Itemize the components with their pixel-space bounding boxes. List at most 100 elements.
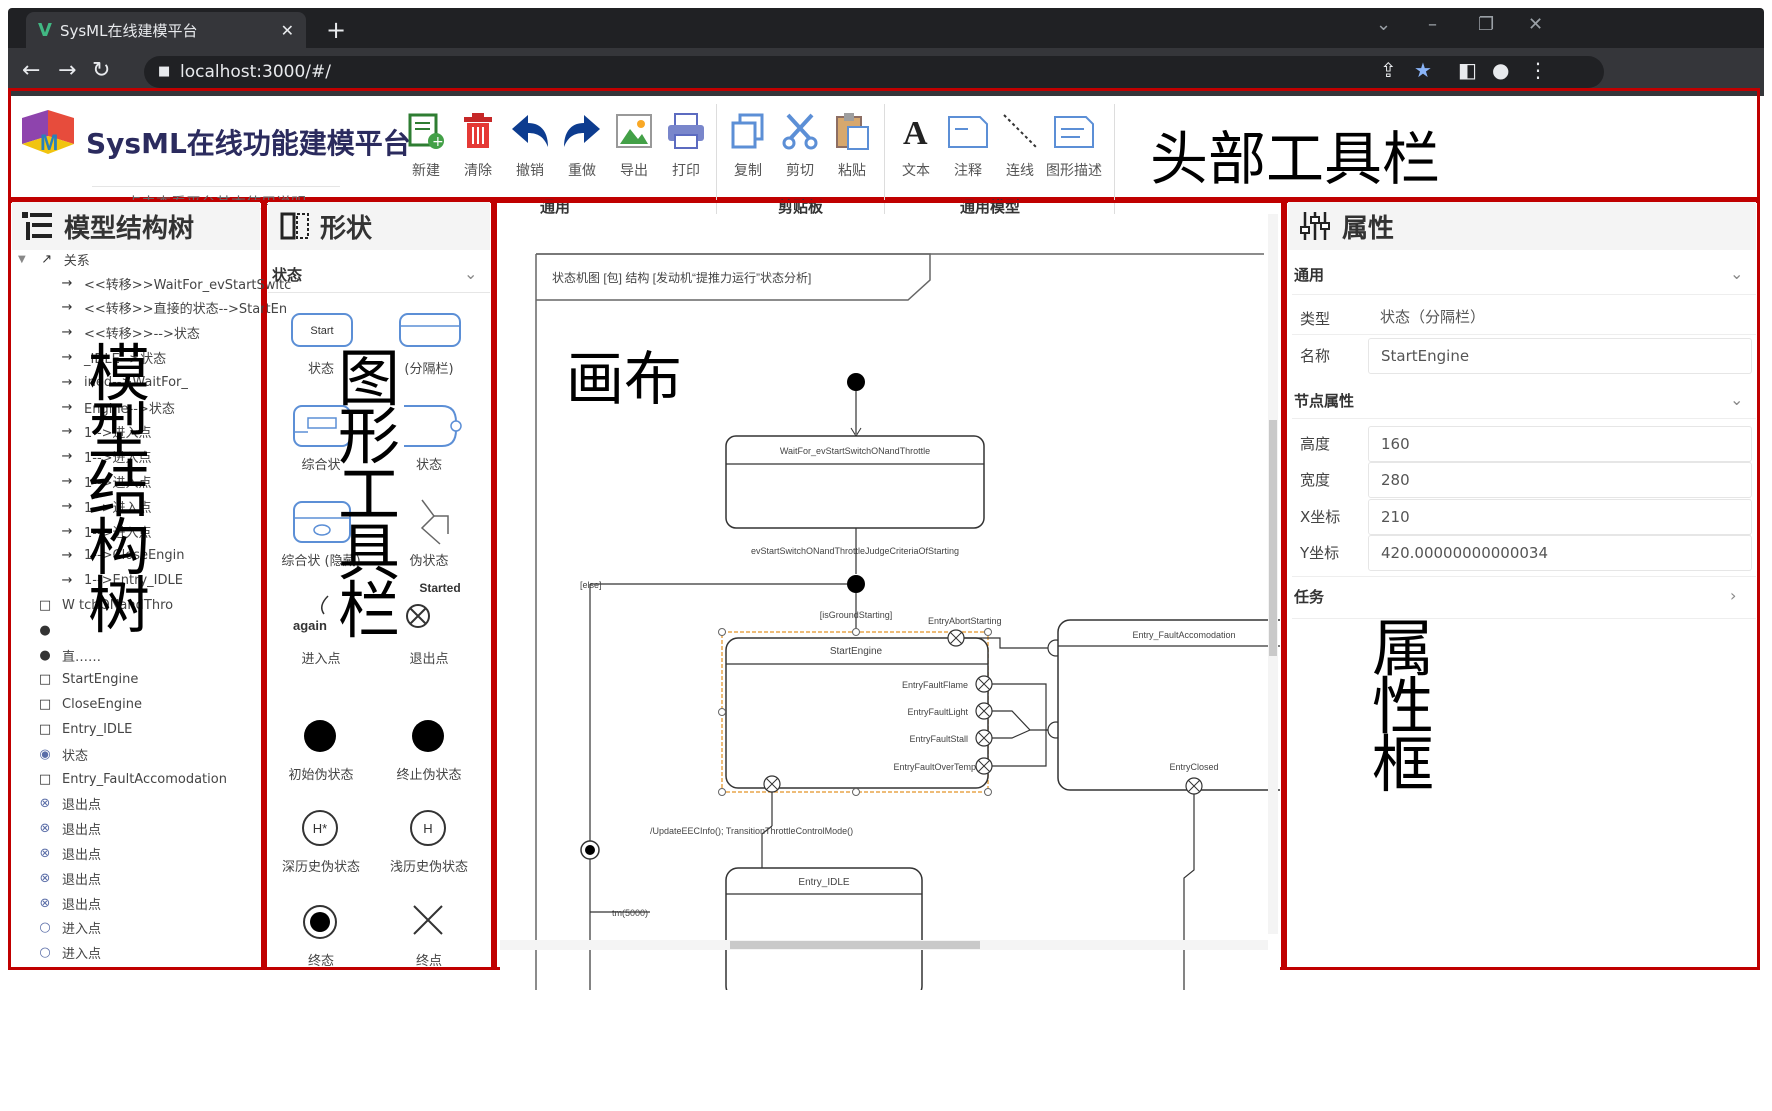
redo-icon [564, 115, 600, 147]
final-state-icon[interactable] [303, 905, 337, 939]
submachine-state-icon[interactable] [404, 405, 462, 447]
tree-item[interactable]: □ Entry_IDLE [36, 718, 133, 740]
tree-item[interactable]: □ StartEngine [36, 669, 138, 691]
collapse-icon[interactable]: ▼ [18, 254, 26, 265]
shapes-section-state[interactable]: 状态 [272, 264, 302, 285]
height-input[interactable]: 160 [1368, 426, 1752, 462]
svg-text:M: M [40, 130, 58, 155]
bookmark-star-icon[interactable]: ★ [1414, 58, 1432, 82]
tree-item[interactable]: ⊗ 退出点 [36, 842, 101, 864]
undo-button[interactable]: 撤销 [502, 108, 558, 180]
profile-icon[interactable]: ● [1492, 58, 1509, 82]
cut-button[interactable]: 剪切 [772, 108, 828, 180]
new-tab-icon[interactable]: + [326, 16, 346, 44]
shape-label: 终点 [415, 954, 442, 969]
export-label: 导出 [620, 163, 648, 179]
sidepanel-icon[interactable]: ◧ [1458, 58, 1477, 82]
state-partition-icon[interactable] [399, 313, 461, 347]
tree-root[interactable]: ▼ ↗ 关系 [18, 248, 90, 270]
chevron-down-icon[interactable]: ⌄ [1730, 264, 1743, 283]
chevron-right-icon[interactable]: › [1730, 586, 1736, 605]
minimize-icon[interactable]: – [1428, 14, 1437, 35]
comment-icon [948, 116, 988, 148]
shape-desc-icon [1054, 116, 1094, 148]
initial-pseudostate-icon[interactable] [304, 720, 336, 752]
forward-icon[interactable]: → [58, 58, 76, 83]
overlay-toolbar-label: 头部工具栏 [1150, 125, 1441, 193]
x-input[interactable]: 210 [1368, 499, 1752, 535]
back-icon[interactable]: ← [22, 58, 40, 83]
tree-item[interactable]: ● 直…… [36, 644, 101, 666]
initial-state[interactable] [847, 373, 865, 391]
deep-history-icon[interactable]: H* [302, 810, 338, 846]
vertical-scroll-thumb[interactable] [1269, 420, 1277, 656]
props-section-node[interactable]: 节点属性 [1294, 390, 1354, 411]
tree-item[interactable]: → <<转移>>WaitFor_evStartSwitc [58, 272, 292, 294]
state-box-icon: □ [38, 597, 52, 613]
chevron-down-icon[interactable]: ⌄ [464, 264, 477, 283]
entry-point-icon[interactable]: again [293, 595, 329, 633]
tree-item[interactable]: □ CloseEngine [36, 694, 142, 716]
menu-icon[interactable]: ⋮ [1528, 58, 1548, 82]
tree-item[interactable]: ○ 进入点 [36, 917, 101, 939]
choice-node[interactable] [847, 575, 865, 593]
arrow-icon: → [61, 473, 73, 489]
name-input[interactable]: StartEngine [1368, 338, 1752, 374]
exit-point-icon: ⊗ [39, 895, 51, 911]
tree-icon [22, 212, 52, 240]
tab-close-icon[interactable]: ✕ [281, 21, 294, 40]
reload-icon[interactable]: ↻ [92, 58, 110, 83]
export-button[interactable]: 导出 [606, 108, 662, 180]
comment-button[interactable]: 注释 [940, 108, 996, 180]
terminate-x-icon[interactable] [413, 905, 443, 935]
print-button[interactable]: 打印 [658, 108, 714, 180]
tree-item[interactable]: ⊗ 退出点 [36, 867, 101, 889]
pseudo-state-icon[interactable] [420, 499, 449, 545]
toolbar-divider [884, 104, 885, 214]
sliders-icon [1300, 212, 1330, 240]
toolbar-divider [716, 104, 717, 214]
shape-desc-button[interactable]: 图形描述 [1046, 108, 1102, 180]
tree-item[interactable]: ○ 进入点 [36, 942, 101, 964]
shape-inner-text: again [293, 618, 327, 633]
props-section-task[interactable]: 任务 [1294, 586, 1324, 607]
new-file-icon: + [408, 113, 444, 150]
url-text: localhost:3000/#/ [180, 62, 331, 82]
width-input[interactable]: 280 [1368, 462, 1752, 498]
scissors-icon [782, 113, 818, 150]
redo-button[interactable]: 重做 [554, 108, 610, 180]
overlay-tree-label: 模型结构树 [88, 337, 151, 642]
y-input[interactable]: 420.00000000000034 [1368, 535, 1752, 571]
canvas[interactable]: 状态机图 [包] 结构 [发动机“提推力运行”状态分析] WaitFor_evS… [500, 214, 1280, 990]
share-icon[interactable]: ⇪ [1380, 58, 1397, 82]
print-label: 打印 [672, 163, 700, 179]
connector-button[interactable]: 连线 [992, 108, 1048, 180]
browser-tab[interactable]: V SysML在线建模平台 ✕ [26, 12, 306, 48]
tab-search-icon[interactable]: ⌄ [1376, 14, 1391, 35]
tree-item[interactable]: ⊗ 退出点 [36, 892, 101, 914]
tree-item[interactable]: ◉ 状态 [36, 743, 88, 765]
tree-item[interactable]: ⊗ 退出点 [36, 818, 101, 840]
props-panel-title: 属性 [1342, 213, 1395, 244]
shallow-history-icon[interactable]: H [410, 810, 446, 846]
text-button[interactable]: A 文本 [888, 108, 944, 180]
terminate-pseudostate-icon[interactable] [412, 720, 444, 752]
horizontal-scroll-thumb[interactable] [730, 941, 980, 949]
exit-point-icon: ⊗ [39, 845, 51, 861]
paste-button[interactable]: 粘贴 [824, 108, 880, 180]
new-button[interactable]: + 新建 [398, 108, 454, 180]
chevron-down-icon[interactable]: ⌄ [1730, 390, 1743, 409]
props-section-general[interactable]: 通用 [1294, 264, 1324, 285]
window-close-icon[interactable]: ✕ [1528, 14, 1543, 35]
exit-point-icon[interactable]: Started [406, 581, 461, 628]
height-label: 高度 [1300, 435, 1331, 453]
tree-item[interactable]: ● [36, 619, 62, 641]
clear-button[interactable]: 清除 [450, 108, 506, 180]
tree-item[interactable]: ⊗ 退出点 [36, 793, 101, 815]
state-machine-diagram[interactable]: 状态机图 [包] 结构 [发动机“提推力运行”状态分析] WaitFor_evS… [500, 214, 1280, 990]
tree-item-label: 进入点 [62, 947, 102, 963]
copy-button[interactable]: 复制 [720, 108, 776, 180]
tree-item[interactable]: → <<转移>>直接的状态-->StartEn [58, 297, 288, 319]
maximize-icon[interactable]: ❐ [1478, 14, 1494, 35]
tree-item[interactable]: □ Entry_FaultAccomodation [36, 768, 227, 790]
